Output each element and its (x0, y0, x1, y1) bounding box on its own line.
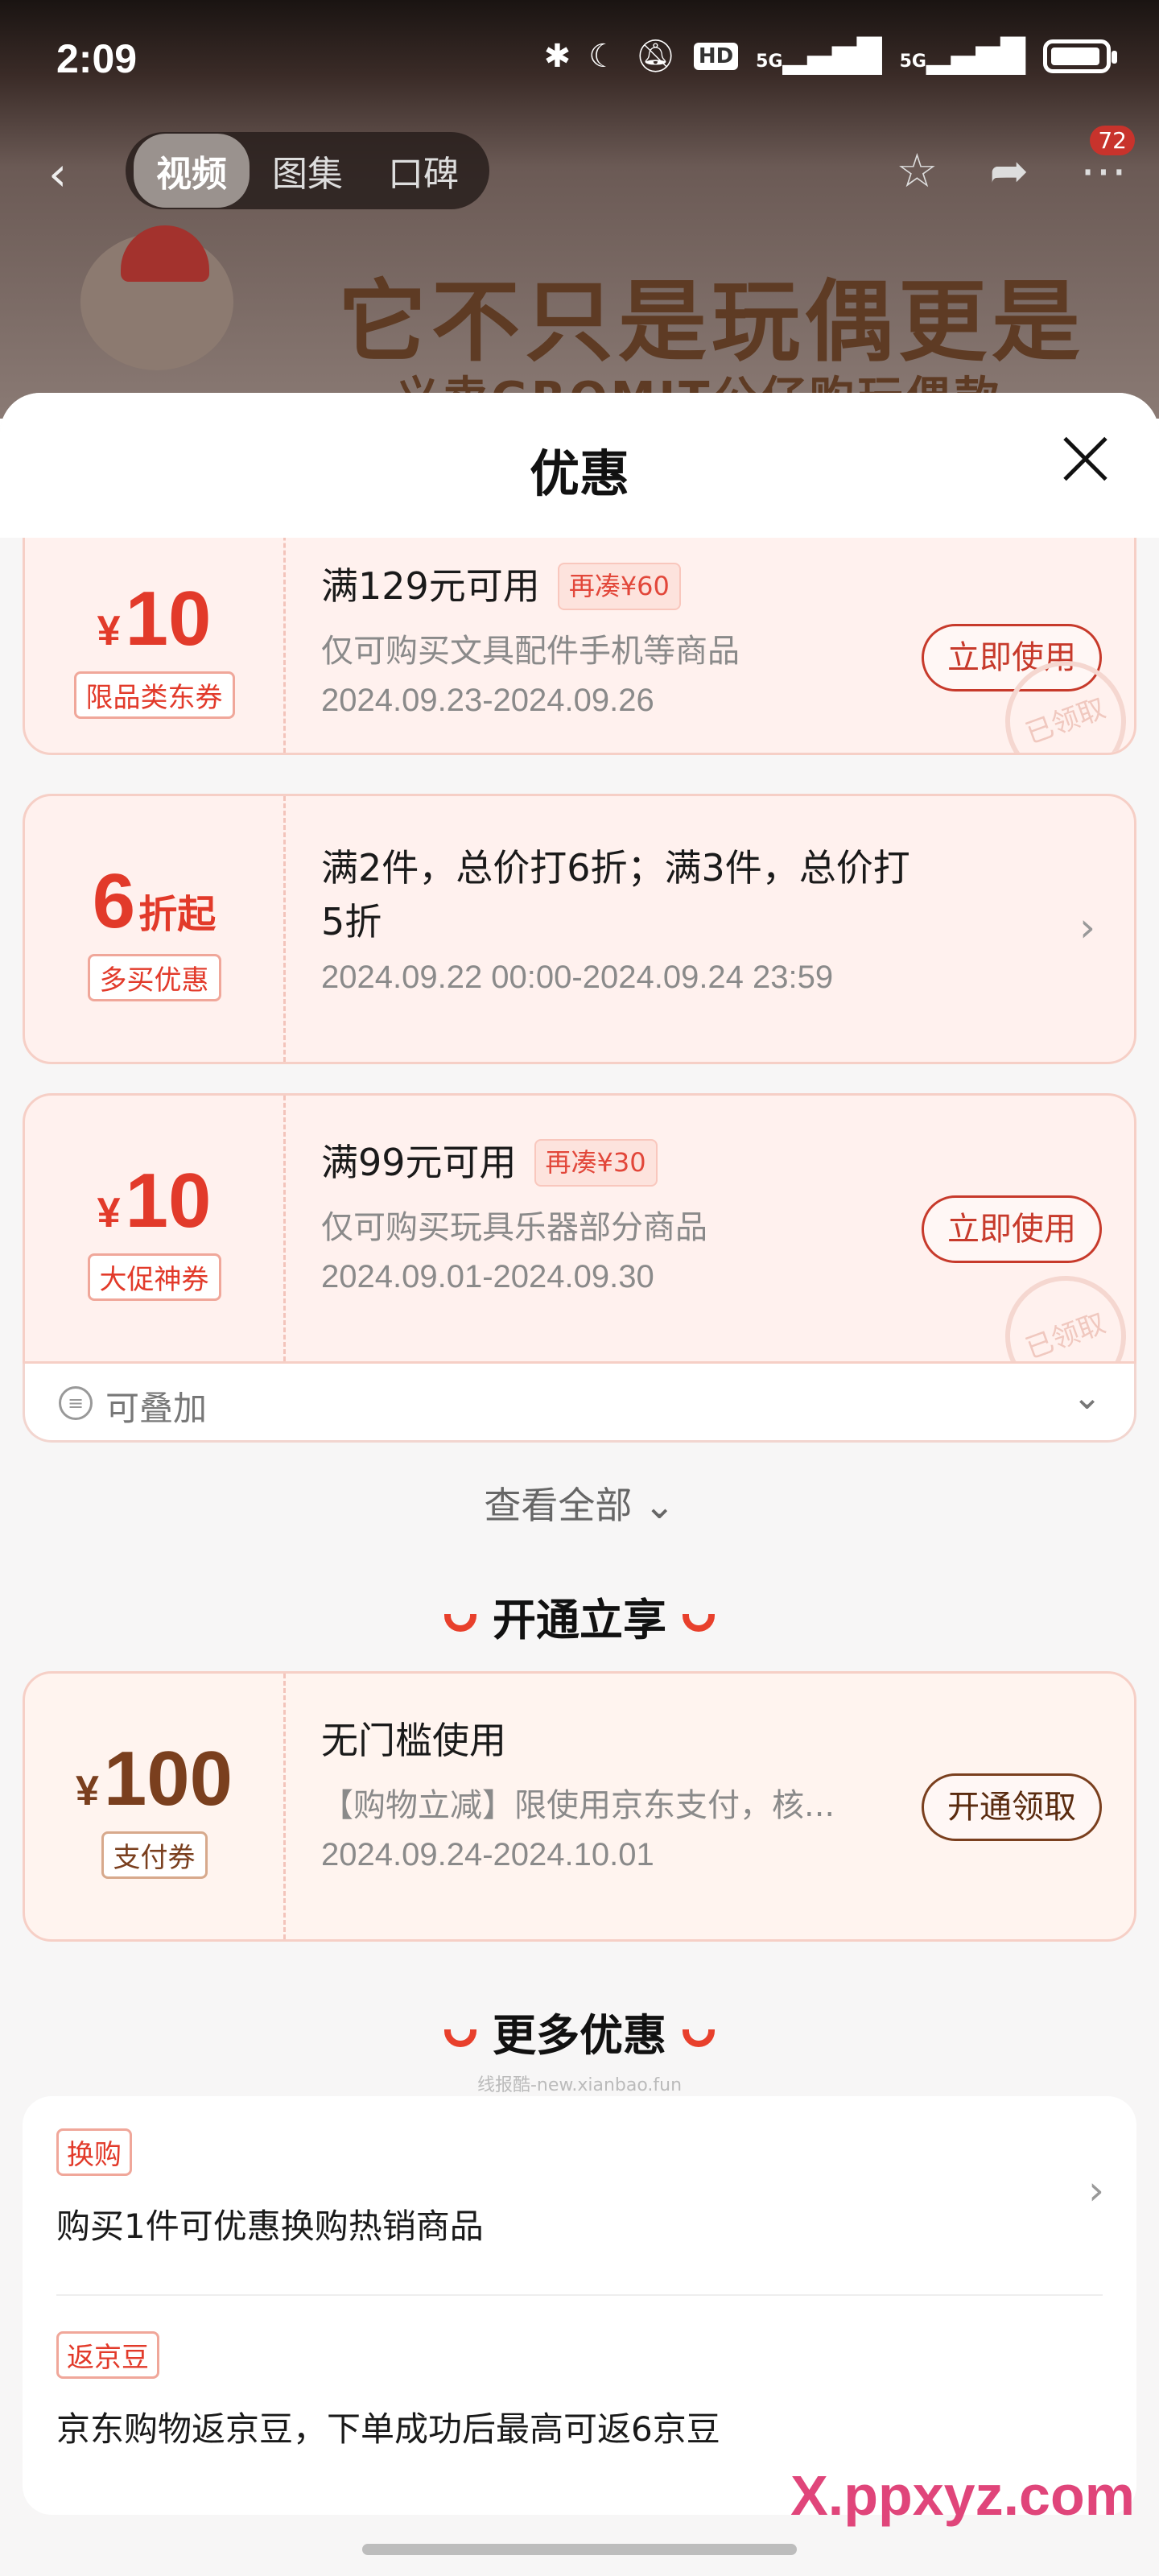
stackable-row[interactable]: ≡ 可叠加 ⌄ (23, 1364, 1136, 1443)
coupon-value: 6 折起 多买优惠 (25, 796, 286, 1062)
brand-watermark-logo: X.ppxyz.com (790, 2464, 1135, 2527)
bluetooth-icon: ✱ (543, 37, 571, 75)
chevron-right-icon[interactable]: › (1079, 904, 1095, 951)
coupon-type-tag: 支付券 (101, 1831, 208, 1879)
coupon-desc: 【购物立减】限使用京东支付，核... (321, 1786, 835, 1824)
use-now-button[interactable]: 立即使用 (922, 1195, 1102, 1263)
tab-gallery[interactable]: 图集 (250, 134, 365, 208)
coupon-card[interactable]: 6 折起 多买优惠 满2件，总价打6折；满3件，总价打 5折 2024.09.22… (23, 794, 1136, 1064)
view-all-link[interactable]: 查看全部 ⌄ (0, 1476, 1159, 1530)
nav-actions: ☆ ➦ ⋯ (896, 143, 1127, 198)
coupon-desc: 仅可购买文具配件手机等商品 (321, 632, 740, 670)
smile-icon (444, 2029, 476, 2048)
signal-icon-1: 5G▂▄▆█ (756, 37, 882, 75)
coupon-type-tag: 多买优惠 (87, 953, 221, 1001)
smile-icon (683, 2029, 715, 2048)
top-navigation: ‹ 视频 图集 口碑 ☆ ➦ ⋯ 72 (0, 126, 1159, 209)
message-badge: 72 (1090, 126, 1135, 155)
mute-icon: 🔕︎ (635, 38, 676, 75)
sheet-header: 优惠 (0, 393, 1159, 538)
close-icon[interactable] (1059, 433, 1111, 485)
coupon-amount: ¥10 (97, 1157, 212, 1244)
chevron-down-icon[interactable]: ⌄ (1072, 1377, 1102, 1418)
divider (56, 2294, 1103, 2296)
coupon-title: 满129元可用 再凑¥60 (321, 559, 876, 613)
chevron-down-icon: ⌄ (644, 1484, 675, 1527)
tab-reviews[interactable]: 口碑 (365, 134, 481, 208)
section-title-more: 更多优惠 (0, 2000, 1159, 2063)
coupon-desc: 仅可购买玩具乐器部分商品 (321, 1208, 707, 1246)
tab-video[interactable]: 视频 (134, 134, 250, 208)
coupon-title: 满2件，总价打6折；满3件，总价打 5折 (321, 846, 910, 943)
status-bar: 2:09 ✱ ☾ 🔕︎ HD 5G▂▄▆█ 5G▂▄▆█ (0, 0, 1159, 121)
coupon-amount: ¥100 (75, 1735, 233, 1822)
coupon-amount: 6 折起 (92, 857, 217, 944)
smile-icon (444, 1614, 476, 1633)
share-icon[interactable]: ➦ (989, 143, 1029, 198)
back-icon[interactable]: ‹ (48, 147, 67, 201)
offer-tag: 返京豆 (56, 2331, 159, 2379)
more-offers-card: 换购 购买1件可优惠换购热销商品 › 返京豆 京东购物返京豆，下单成功后最高可返… (23, 2096, 1136, 2515)
coupon-value: ¥100 支付券 (25, 1674, 286, 1939)
bear-hat (121, 225, 209, 282)
chevron-right-icon[interactable]: › (1088, 2167, 1104, 2214)
status-time: 2:09 (56, 36, 138, 81)
offer-text: 京东购物返京豆，下单成功后最高可返6京豆 (56, 2409, 720, 2449)
product-banner: 它不只是玩偶更是陪伴 义卖GROMIT公仔购玩偶款 (0, 217, 1159, 502)
offer-text: 购买1件可优惠换购热销商品 (56, 2207, 484, 2246)
coupon-sheet: 优惠 ¥10 限品类东券 满129元可用 再凑¥60 仅可购买文具配件手机等商品… (0, 393, 1159, 2576)
claimed-stamp-icon: 已领取 (988, 1258, 1134, 1361)
favorite-star-icon[interactable]: ☆ (896, 143, 938, 198)
stackable-label: 可叠加 (105, 1389, 208, 1428)
smile-icon (683, 1614, 715, 1633)
coupon-info: 满2件，总价打6折；满3件，总价打 5折 2024.09.22 00:00-20… (321, 796, 1021, 1062)
coupon-extra-tag: 再凑¥60 (557, 563, 681, 610)
battery-icon (1043, 39, 1117, 73)
coupon-date: 2024.09.01-2024.09.30 (321, 1258, 654, 1294)
section-title-open: 开通立享 (0, 1584, 1159, 1648)
coupon-title: 满99元可用 再凑¥30 (321, 1136, 876, 1190)
coupon-card[interactable]: ¥10 大促神券 满99元可用 再凑¥30 仅可购买玩具乐器部分商品 2024.… (23, 1093, 1136, 1364)
home-indicator[interactable] (362, 2544, 797, 2555)
moon-icon: ☾ (588, 37, 618, 75)
coupon-title: 无门槛使用 (321, 1719, 506, 1762)
media-tabs: 视频 图集 口碑 (126, 132, 489, 209)
watermark-text: 线报酷-new.xianbao.fun (476, 2075, 683, 2095)
signal-icon-2: 5G▂▄▆█ (899, 37, 1025, 75)
coupon-type-tag: 限品类东券 (73, 671, 235, 719)
open-coupon-card[interactable]: ¥100 支付券 无门槛使用 【购物立减】限使用京东支付，核... 2024.0… (23, 1671, 1136, 1942)
coupon-amount: ¥10 (97, 575, 212, 662)
coupon-value: ¥10 大促神券 (25, 1096, 286, 1361)
coupon-extra-tag: 再凑¥30 (534, 1139, 658, 1187)
offer-tag: 换购 (56, 2128, 132, 2176)
hd-icon: HD (693, 42, 739, 70)
stackable-icon: ≡ (59, 1386, 93, 1420)
coupon-info: 无门槛使用 【购物立减】限使用京东支付，核... 2024.09.24-2024… (321, 1674, 876, 1939)
coupon-date: 2024.09.22 00:00-2024.09.24 23:59 (321, 960, 834, 996)
coupon-info: 满99元可用 再凑¥30 仅可购买玩具乐器部分商品 2024.09.01-202… (321, 1096, 876, 1361)
activate-claim-button[interactable]: 开通领取 (922, 1773, 1102, 1841)
status-icons: ✱ ☾ 🔕︎ HD 5G▂▄▆█ 5G▂▄▆█ (543, 37, 1117, 75)
coupon-date: 2024.09.24-2024.10.01 (321, 1836, 654, 1872)
sheet-title: 优惠 (529, 444, 629, 503)
coupon-date: 2024.09.23-2024.09.26 (321, 682, 654, 718)
coupon-type-tag: 大促神券 (87, 1253, 221, 1301)
